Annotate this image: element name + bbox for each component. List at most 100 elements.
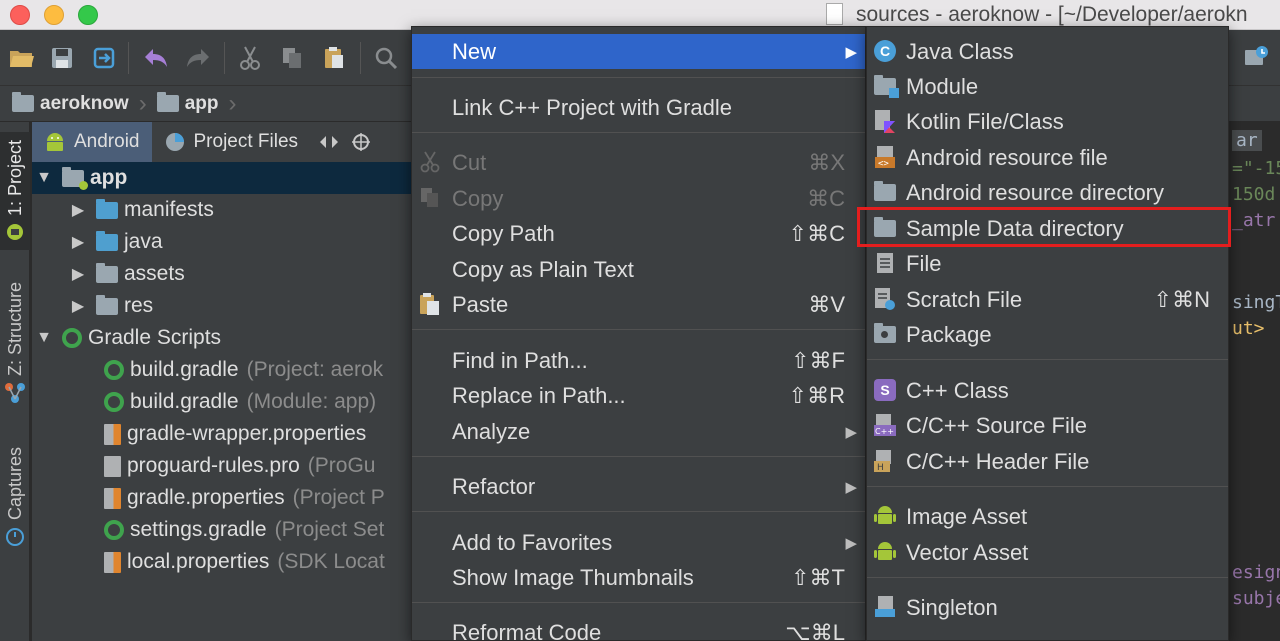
tree-item-build-gradle-project[interactable]: build.gradle (Project: aerok bbox=[32, 354, 383, 386]
cpp-source-icon: C++ bbox=[873, 413, 897, 437]
project-files-icon bbox=[165, 133, 184, 151]
submenu-item-vector-asset[interactable]: Vector Asset bbox=[867, 535, 1228, 570]
new-submenu: C Java Class Module Kotlin File/Class <>… bbox=[866, 26, 1229, 641]
breadcrumb-item-project[interactable]: aeroknow bbox=[12, 92, 129, 115]
submenu-item-scratch-file[interactable]: Scratch File ⇧⌘N bbox=[867, 282, 1228, 317]
tool-tab-structure[interactable]: Z: Structure bbox=[0, 282, 30, 404]
expand-arrow-icon[interactable]: ▶ bbox=[70, 296, 86, 316]
open-folder-icon[interactable] bbox=[8, 44, 36, 72]
submenu-item-cpp-class[interactable]: S C++ Class bbox=[867, 373, 1228, 408]
tree-item-gradle-wrapper-properties[interactable]: gradle-wrapper.properties bbox=[32, 418, 366, 450]
android-resource-file-icon: <> bbox=[873, 145, 897, 169]
view-tab-android[interactable]: Android bbox=[32, 122, 152, 162]
menu-item-analyze[interactable]: Analyze ▶ bbox=[412, 414, 865, 449]
submenu-item-cpp-header-file[interactable]: H C/C++ Header File bbox=[867, 444, 1228, 479]
submenu-item-sample-data-directory[interactable]: Sample Data directory bbox=[867, 211, 1228, 246]
android-icon bbox=[47, 133, 63, 151]
copy-icon[interactable] bbox=[278, 44, 306, 72]
view-tab-project-files[interactable]: Project Files bbox=[152, 122, 311, 162]
menu-separator bbox=[412, 329, 865, 330]
menu-item-show-image-thumbnails[interactable]: Show Image Thumbnails ⇧⌘T bbox=[412, 560, 865, 595]
menu-item-find-in-path[interactable]: Find in Path... ⇧⌘F bbox=[412, 343, 865, 378]
code-editor[interactable]: ar ="-15 150d _atr singT ut> esign subje bbox=[1228, 122, 1280, 641]
singleton-icon bbox=[873, 595, 897, 619]
tree-item-app[interactable]: ▼ app bbox=[32, 162, 422, 194]
breadcrumb-separator: › bbox=[138, 89, 147, 117]
menu-item-cut[interactable]: Cut ⌘X bbox=[412, 145, 865, 180]
code-line: 150d bbox=[1232, 184, 1276, 205]
module-folder-icon bbox=[156, 92, 179, 112]
expand-arrow-icon[interactable]: ▶ bbox=[70, 232, 86, 252]
folder-icon bbox=[12, 92, 34, 112]
tool-tab-project[interactable]: 1: Project bbox=[0, 132, 30, 251]
scissors-icon bbox=[418, 150, 442, 174]
submenu-item-package[interactable]: Package bbox=[867, 317, 1228, 352]
menu-item-replace-in-path[interactable]: Replace in Path... ⇧⌘R bbox=[412, 378, 865, 413]
menu-separator bbox=[867, 577, 1228, 578]
tree-item-assets[interactable]: ▶ assets bbox=[32, 258, 185, 290]
submenu-item-android-resource-file[interactable]: <> Android resource file bbox=[867, 140, 1228, 175]
tree-item-gradle-properties[interactable]: gradle.properties (Project P bbox=[32, 482, 385, 514]
menu-item-paste[interactable]: Paste ⌘V bbox=[412, 287, 865, 322]
find-icon[interactable] bbox=[372, 44, 400, 72]
undo-icon[interactable] bbox=[142, 44, 170, 72]
document-icon bbox=[826, 3, 843, 25]
folder-icon bbox=[873, 216, 897, 240]
tree-item-java[interactable]: ▶ java bbox=[32, 226, 163, 258]
cpp-class-icon: S bbox=[873, 378, 897, 402]
view-switch-arrows-icon[interactable] bbox=[310, 122, 348, 162]
tree-item-manifests[interactable]: ▶ manifests bbox=[32, 194, 214, 226]
code-line: singT bbox=[1232, 292, 1280, 313]
svg-text:<>: <> bbox=[878, 159, 889, 169]
submenu-item-android-resource-directory[interactable]: Android resource directory bbox=[867, 175, 1228, 210]
tool-tab-captures[interactable]: Captures bbox=[0, 447, 30, 547]
java-class-icon: C bbox=[873, 39, 897, 63]
submenu-item-module[interactable]: Module bbox=[867, 69, 1228, 104]
redo-icon[interactable] bbox=[184, 44, 212, 72]
submenu-arrow-icon: ▶ bbox=[845, 43, 857, 61]
sync-icon[interactable] bbox=[90, 44, 118, 72]
android-icon bbox=[7, 224, 23, 241]
submenu-item-singleton[interactable]: Singleton bbox=[867, 590, 1228, 625]
submenu-item-kotlin-file[interactable]: Kotlin File/Class bbox=[867, 104, 1228, 139]
code-line: esign bbox=[1232, 562, 1280, 583]
close-window-button[interactable] bbox=[10, 5, 30, 25]
expand-arrow-icon[interactable]: ▶ bbox=[70, 200, 86, 220]
tree-item-build-gradle-module[interactable]: build.gradle (Module: app) bbox=[32, 386, 376, 418]
project-panel-header: Android Project Files bbox=[32, 122, 422, 162]
editor-tab-fragment[interactable]: ar bbox=[1232, 130, 1262, 151]
submenu-item-java-class[interactable]: C Java Class bbox=[867, 34, 1228, 69]
sdk-manager-icon[interactable] bbox=[1242, 44, 1270, 72]
tree-item-settings-gradle[interactable]: settings.gradle (Project Set bbox=[32, 514, 384, 546]
paste-icon[interactable] bbox=[320, 44, 348, 72]
menu-item-new[interactable]: New ▶ bbox=[412, 34, 865, 69]
submenu-arrow-icon: ▶ bbox=[845, 423, 857, 441]
menu-item-refactor[interactable]: Refactor ▶ bbox=[412, 469, 865, 504]
tree-item-local-properties[interactable]: local.properties (SDK Locat bbox=[32, 546, 385, 578]
tree-item-res[interactable]: ▶ res bbox=[32, 290, 153, 322]
cut-icon[interactable] bbox=[236, 44, 264, 72]
submenu-item-file[interactable]: File bbox=[867, 246, 1228, 281]
menu-item-link-cpp-project[interactable]: Link C++ Project with Gradle bbox=[412, 90, 865, 125]
tree-item-proguard-rules[interactable]: proguard-rules.pro (ProGu bbox=[32, 450, 375, 482]
minimize-window-button[interactable] bbox=[44, 5, 64, 25]
svg-text:C++: C++ bbox=[875, 427, 894, 436]
package-icon bbox=[873, 322, 897, 346]
collapse-arrow-icon[interactable]: ▼ bbox=[36, 329, 52, 347]
submenu-item-image-asset[interactable]: Image Asset bbox=[867, 499, 1228, 534]
maximize-window-button[interactable] bbox=[78, 5, 98, 25]
expand-arrow-icon[interactable]: ▶ bbox=[70, 264, 86, 284]
menu-item-copy-as-plain-text[interactable]: Copy as Plain Text bbox=[412, 252, 865, 287]
tree-item-gradle-scripts[interactable]: ▼ Gradle Scripts bbox=[32, 322, 221, 354]
submenu-item-cpp-source-file[interactable]: C++ C/C++ Source File bbox=[867, 408, 1228, 443]
menu-item-copy-path[interactable]: Copy Path ⇧⌘C bbox=[412, 216, 865, 251]
target-icon[interactable] bbox=[348, 122, 374, 162]
menu-item-copy[interactable]: Copy ⌘C bbox=[412, 181, 865, 216]
menu-item-reformat-code[interactable]: Reformat Code ⌥⌘L bbox=[412, 615, 865, 641]
breadcrumb-item-app[interactable]: app bbox=[156, 92, 218, 115]
collapse-arrow-icon[interactable]: ▼ bbox=[36, 169, 52, 187]
save-icon[interactable] bbox=[48, 44, 76, 72]
menu-item-add-to-favorites[interactable]: Add to Favorites ▶ bbox=[412, 525, 865, 560]
resource-folder-icon bbox=[96, 262, 118, 283]
code-line: ut> bbox=[1232, 318, 1265, 339]
